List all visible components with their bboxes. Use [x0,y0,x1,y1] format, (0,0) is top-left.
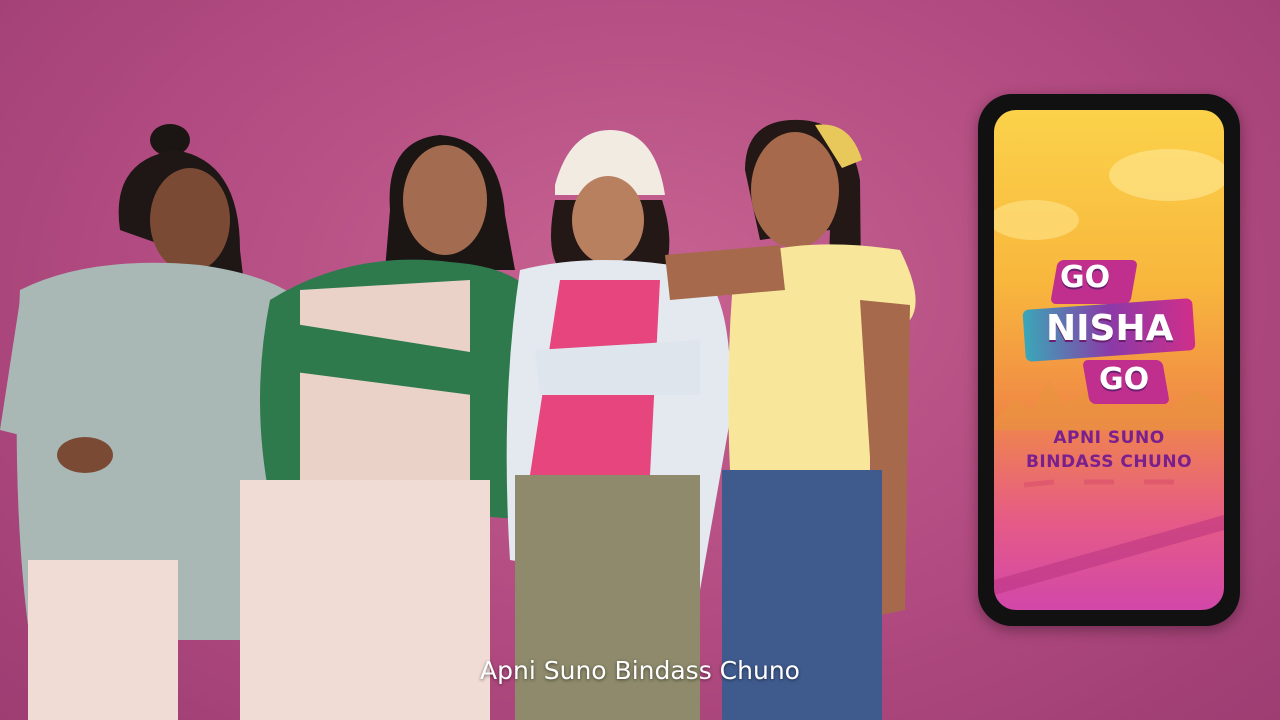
logo-go-top: GO [1060,260,1111,295]
logo-go-bottom: GO [1099,362,1150,397]
logo-nisha: NISHA [1046,308,1174,349]
person-2 [240,135,540,720]
tagline-line1: APNI SUNO [1053,428,1165,448]
phone-screen: GO NISHA GO APNI SUNO BINDASS CHUNO [994,110,1224,610]
subtitle-caption: Apni Suno Bindass Chuno [480,656,800,685]
phone-mockup: GO NISHA GO APNI SUNO BINDASS CHUNO [978,94,1240,626]
person-3 [506,130,731,720]
people-illustration [0,119,916,720]
video-frame: GO NISHA GO APNI SUNO BINDASS CHUNO Apni… [0,0,1280,720]
tagline-line2: BINDASS CHUNO [1025,452,1193,472]
